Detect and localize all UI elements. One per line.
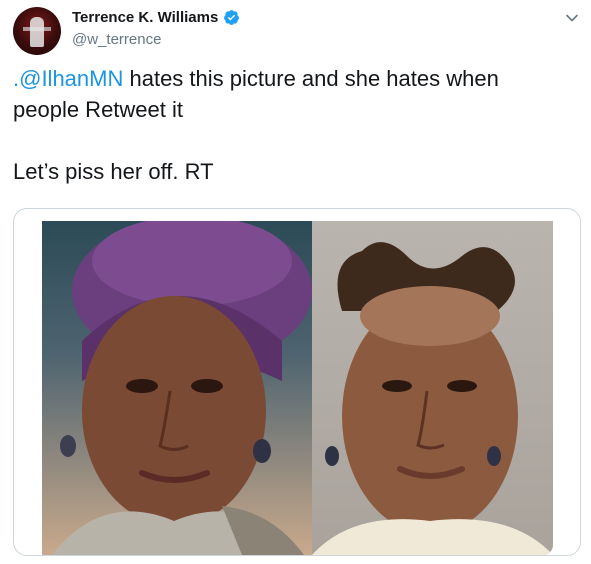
tweet-media[interactable] [13,208,581,556]
author-name-row[interactable]: Terrence K. Williams [72,9,240,26]
photo-left-art [52,221,312,555]
avatar-figure [30,17,44,47]
verified-badge-icon [224,10,240,25]
chevron-down-icon[interactable] [565,11,579,25]
photo-left[interactable] [42,221,312,555]
avatar[interactable] [13,7,61,55]
photo-right[interactable] [312,221,553,555]
author-handle[interactable]: @w_terrence [72,31,161,48]
tweet-text: .@IlhanMN hates this picture and she hat… [13,63,573,187]
photo-right-art [312,242,553,555]
author-name[interactable]: Terrence K. Williams [72,9,218,26]
mention-link[interactable]: .@IlhanMN [13,66,123,91]
